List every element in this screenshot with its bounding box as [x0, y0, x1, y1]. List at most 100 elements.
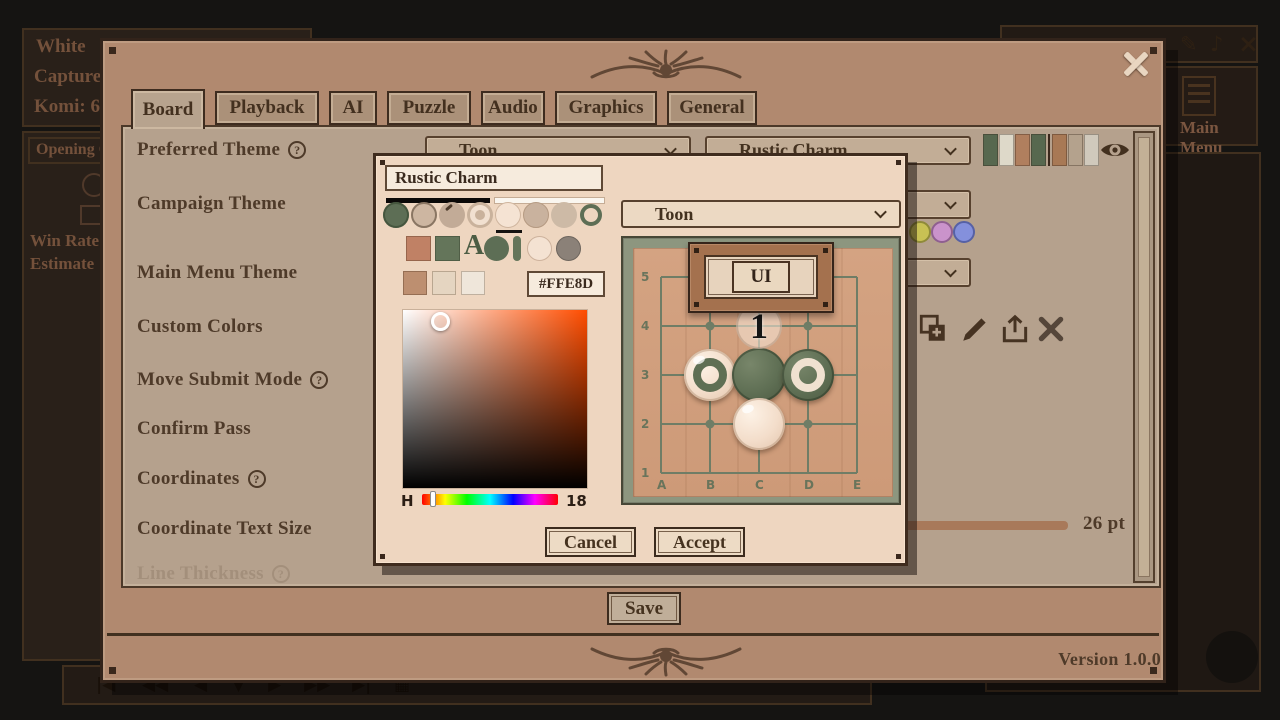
stone-option-light-tan[interactable] [551, 202, 577, 228]
komi-label: Komi: 6 [34, 96, 100, 118]
palette-board-color[interactable] [406, 236, 431, 261]
swatch-divider [1048, 134, 1050, 166]
sv-picker-cursor[interactable] [431, 312, 450, 331]
confirm-pass-label: Confirm Pass [137, 418, 251, 440]
color-editor-dialog: A #FFE8D H 18 Cancel Accept Toon [373, 153, 908, 566]
version-label: Version 1.0.0 [963, 649, 1161, 670]
palette-stone-light[interactable] [527, 236, 552, 261]
col-coordinate: C [755, 478, 764, 492]
palette-line-option[interactable] [513, 236, 521, 261]
delete-color-icon[interactable] [1035, 313, 1067, 345]
chevron-down-icon [944, 264, 957, 277]
partial-row-label: Line Thickness? [137, 563, 290, 585]
ornament-top [586, 43, 746, 87]
game-screen: White Captures Komi: 6 Opening G Win Rat… [0, 0, 1280, 720]
help-icon[interactable]: ? [288, 141, 306, 159]
stone-option-cream-selected[interactable] [495, 202, 521, 228]
close-game-icon[interactable]: × [1238, 29, 1259, 58]
palette-letter-option[interactable]: A [463, 230, 485, 262]
tab-audio[interactable]: Audio [481, 91, 545, 125]
settings-scrollbar[interactable] [1133, 131, 1155, 583]
hue-slider-handle[interactable] [430, 491, 436, 507]
theme-swatch [983, 134, 998, 166]
help-icon[interactable]: ? [310, 371, 328, 389]
preview-theme-dropdown[interactable]: Toon [621, 200, 901, 228]
tab-playback[interactable]: Playback [215, 91, 319, 125]
scrollbar-thumb[interactable] [1138, 137, 1150, 577]
close-button[interactable] [1121, 49, 1151, 79]
save-button[interactable]: Save [607, 592, 681, 625]
stone-option-tan[interactable] [523, 202, 549, 228]
chevron-down-icon [944, 142, 957, 155]
palette-stone-dark[interactable] [484, 236, 509, 261]
theme-swatch [1015, 134, 1030, 166]
tab-ai[interactable]: AI [329, 91, 377, 125]
hue-slider[interactable] [422, 494, 558, 505]
menu-board-icon [1182, 76, 1216, 116]
recent-color-1[interactable] [403, 271, 427, 295]
palette-stone-gray[interactable] [556, 236, 581, 261]
cancel-button[interactable]: Cancel [545, 527, 636, 557]
theme-swatch [1068, 134, 1083, 166]
ui-sign-label: UI [732, 261, 790, 293]
palette-border-color[interactable] [435, 236, 460, 261]
edit-game-icon[interactable]: ✎ [1180, 32, 1198, 56]
theme-swatch [1084, 134, 1099, 166]
sv-picker-square[interactable] [403, 310, 587, 488]
duplicate-color-icon[interactable] [917, 313, 949, 345]
move-submit-label: Move Submit Mode? [137, 369, 328, 391]
col-coordinate: B [706, 478, 715, 492]
stone-option-green-ring[interactable] [580, 204, 602, 226]
stone-indicator [1206, 631, 1258, 683]
recent-color-3[interactable] [461, 271, 485, 295]
board-preview: 5 4 3 2 1 A B C D E 1 [621, 236, 901, 505]
col-coordinate: E [853, 478, 861, 492]
row-coordinate: 4 [641, 319, 649, 333]
stone-option-tan-marked[interactable] [439, 202, 465, 228]
edit-color-icon[interactable] [959, 313, 991, 345]
ui-preview-sign: UI [688, 242, 834, 313]
tab-puzzle[interactable]: Puzzle [387, 91, 471, 125]
preferred-theme-label: Preferred Theme? [137, 139, 306, 161]
chevron-down-icon [874, 206, 887, 219]
move-number: 1 [750, 308, 768, 344]
captures-label: Captures [34, 66, 109, 88]
theme-swatch [1052, 134, 1067, 166]
ornament-bottom [586, 639, 746, 683]
chevron-down-icon [944, 196, 957, 209]
eye-icon[interactable] [1099, 139, 1131, 161]
hex-value-field[interactable]: #FFE8D [527, 271, 605, 297]
hue-value: 18 [566, 492, 587, 510]
estimate-label: Estimate [30, 254, 94, 274]
stone-option-cream-ring[interactable] [467, 202, 493, 228]
theme-name-input[interactable] [385, 165, 603, 191]
tab-graphics[interactable]: Graphics [555, 91, 657, 125]
col-coordinate: D [804, 478, 814, 492]
tab-general[interactable]: General [667, 91, 757, 125]
custom-color-dot[interactable] [953, 221, 975, 243]
bottom-divider [107, 633, 1159, 636]
stone-option-tan-outline[interactable] [411, 202, 437, 228]
recent-color-2[interactable] [432, 271, 456, 295]
help-icon[interactable]: ? [248, 470, 266, 488]
theme-swatch [999, 134, 1014, 166]
coord-size-value: 26 pt [1083, 513, 1125, 535]
white-stone-circle-marked [684, 349, 736, 401]
win-rate-label: Win Rate [30, 231, 99, 251]
black-stone [732, 348, 786, 402]
export-color-icon[interactable] [999, 313, 1031, 345]
custom-color-dot[interactable] [909, 221, 931, 243]
stone-option-green[interactable] [383, 202, 409, 228]
row-coordinate: 1 [641, 466, 649, 480]
selected-underline [496, 230, 522, 233]
hue-label: H [401, 492, 414, 510]
tab-board[interactable]: Board [131, 89, 205, 129]
row-coordinate: 2 [641, 417, 649, 431]
campaign-theme-label: Campaign Theme [137, 193, 286, 215]
custom-color-dot[interactable] [931, 221, 953, 243]
row-coordinate: 5 [641, 270, 649, 284]
accept-button[interactable]: Accept [654, 527, 745, 557]
music-icon[interactable]: ♪ [1210, 32, 1223, 56]
black-stone-circle-marked [782, 349, 834, 401]
white-stone [733, 398, 785, 450]
